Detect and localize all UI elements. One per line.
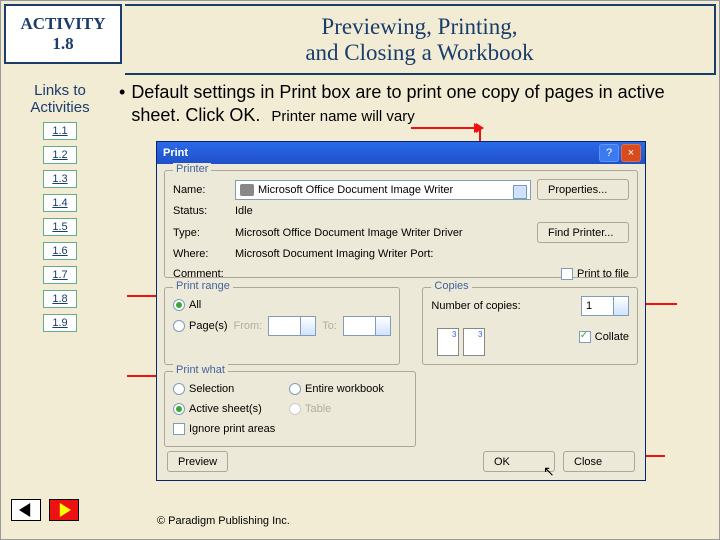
close-button[interactable]: Close [563, 451, 635, 472]
slide-nav [11, 499, 79, 521]
activity-link-1-1[interactable]: 1.1 [43, 122, 77, 140]
printer-group: Printer Name: Microsoft Office Document … [164, 170, 638, 278]
bullet-text: • Default settings in Print box are to p… [119, 81, 707, 126]
comment-label: Comment: [173, 268, 229, 280]
middle-row: Print range All Page(s) From: To: Copies… [164, 281, 638, 368]
what-active-label: Active sheet(s) [189, 403, 262, 415]
ignore-print-areas-checkbox[interactable]: Ignore print areas [173, 423, 275, 435]
activity-link-1-6[interactable]: 1.6 [43, 242, 77, 260]
activity-link-1-8[interactable]: 1.8 [43, 290, 77, 308]
dialog-title: Print [161, 147, 597, 159]
activity-box: ACTIVITY 1.8 [4, 4, 122, 64]
slide-title: Previewing, Printing, and Closing a Work… [125, 4, 716, 75]
properties-button[interactable]: Properties... [537, 179, 629, 200]
print-range-label: Print range [173, 280, 233, 292]
header: ACTIVITY 1.8 Previewing, Printing, and C… [1, 1, 719, 75]
where-value: Microsoft Document Imaging Writer Port: [235, 248, 433, 260]
prev-slide-button[interactable] [11, 499, 41, 521]
print-to-file-checkbox[interactable]: Print to file [561, 268, 629, 280]
range-pages-radio[interactable]: Page(s) [173, 320, 228, 332]
activity-link-1-2[interactable]: 1.2 [43, 146, 77, 164]
what-selection-radio[interactable]: Selection [173, 383, 283, 395]
type-value: Microsoft Office Document Image Writer D… [235, 227, 463, 239]
range-all-label: All [189, 299, 201, 311]
title-line-1: Previewing, Printing, [321, 14, 517, 39]
printer-group-label: Printer [173, 163, 211, 175]
activity-number: 1.8 [52, 34, 73, 54]
dialog-footer: Preview OK Close [157, 451, 645, 472]
sidebar: Links to Activities 1.1 1.2 1.3 1.4 1.5 … [1, 75, 119, 346]
what-entire-radio[interactable]: Entire workbook [289, 383, 384, 395]
where-label: Where: [173, 248, 229, 260]
activity-label: ACTIVITY [20, 14, 105, 34]
bullet-body: Default settings in Print box are to pri… [131, 81, 707, 126]
range-pages-label: Page(s) [189, 320, 228, 332]
activity-link-1-5[interactable]: 1.5 [43, 218, 77, 236]
status-value: Idle [235, 205, 253, 217]
print-range-group: Print range All Page(s) From: To: [164, 287, 400, 365]
print-dialog: Print ? × Printer Name: Microsoft Office… [156, 141, 646, 481]
copyright: © Paradigm Publishing Inc. [157, 515, 290, 527]
activity-link-1-9[interactable]: 1.9 [43, 314, 77, 332]
status-label: Status: [173, 205, 229, 217]
printer-note: Printer name will vary [271, 108, 414, 125]
slide: ACTIVITY 1.8 Previewing, Printing, and C… [0, 0, 720, 540]
printer-name-dropdown[interactable]: Microsoft Office Document Image Writer [235, 180, 531, 200]
what-table-radio: Table [289, 403, 331, 415]
collate-preview-icon [437, 318, 497, 356]
print-to-file-label: Print to file [577, 268, 629, 280]
type-label: Type: [173, 227, 229, 239]
to-input[interactable] [343, 316, 391, 336]
activity-link-1-3[interactable]: 1.3 [43, 170, 77, 188]
collate-label: Collate [595, 331, 629, 343]
print-what-group: Print what Selection Entire workbook Act… [164, 371, 416, 447]
dialog-titlebar: Print ? × [157, 142, 645, 164]
range-all-radio[interactable]: All [173, 299, 201, 311]
find-printer-button[interactable]: Find Printer... [537, 222, 629, 243]
next-slide-button[interactable] [49, 499, 79, 521]
what-active-radio[interactable]: Active sheet(s) [173, 403, 283, 415]
collate-checkbox[interactable]: Collate [579, 331, 629, 343]
what-selection-label: Selection [189, 383, 234, 395]
title-line-2: and Closing a Workbook [305, 40, 533, 65]
copies-group-label: Copies [431, 280, 471, 292]
help-icon[interactable]: ? [599, 144, 619, 162]
ignore-areas-label: Ignore print areas [189, 423, 275, 435]
to-label: To: [322, 320, 337, 332]
copies-group: Copies Number of copies: 1 Collate [422, 287, 638, 365]
copies-input[interactable]: 1 [581, 296, 629, 316]
close-icon[interactable]: × [621, 144, 641, 162]
copies-label: Number of copies: [431, 300, 520, 312]
activity-link-1-4[interactable]: 1.4 [43, 194, 77, 212]
arrow-printer-name-h [411, 127, 479, 129]
copies-value: 1 [586, 300, 592, 312]
from-input[interactable] [268, 316, 316, 336]
sidebar-title: Links to Activities [5, 83, 115, 116]
what-entire-label: Entire workbook [305, 383, 384, 395]
printer-name-value: Microsoft Office Document Image Writer [258, 184, 453, 196]
preview-button[interactable]: Preview [167, 451, 228, 472]
activity-link-1-7[interactable]: 1.7 [43, 266, 77, 284]
print-what-label: Print what [173, 364, 228, 376]
name-label: Name: [173, 184, 229, 196]
what-table-label: Table [305, 403, 331, 415]
from-label: From: [234, 320, 263, 332]
bullet-dot: • [119, 81, 125, 126]
printer-icon [240, 184, 254, 196]
ok-button[interactable]: OK [483, 451, 555, 472]
